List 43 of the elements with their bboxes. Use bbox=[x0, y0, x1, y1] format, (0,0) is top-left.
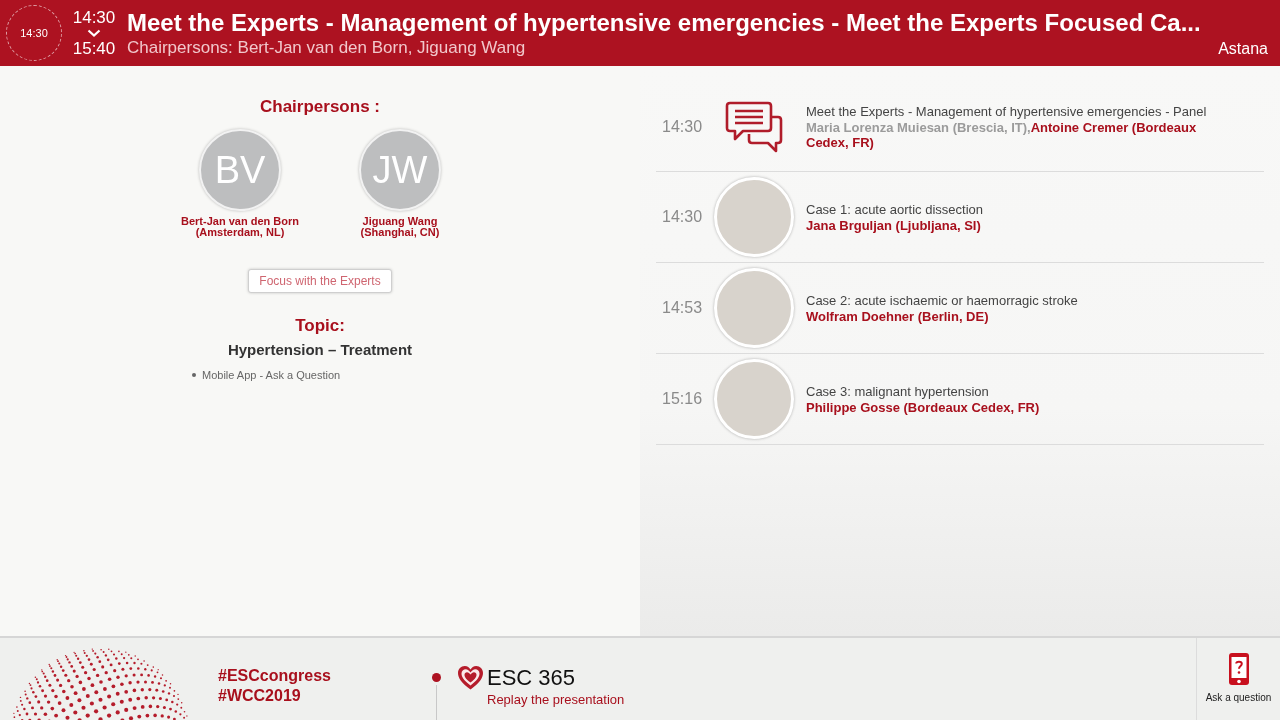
schedule-row[interactable]: 14:30 Case 1: acute aortic dissection Jana Brguljan (Ljubljana, SI) bbox=[656, 172, 1264, 263]
speaker-names: Philippe Gosse (Bordeaux Cedex, FR) bbox=[806, 400, 1040, 415]
timeline-dot-icon bbox=[431, 673, 441, 682]
schedule-row[interactable]: 14:30 Meet the Experts - Management of hypertensive emergencies - Panel Maria Lorenza Muiesan (Brescia, IT),Antoine Cremer (Bordeaux Cedex, FR) bbox=[656, 82, 1264, 172]
chat-bubbles-icon bbox=[725, 100, 783, 153]
focus-button[interactable]: Focus with the Experts bbox=[248, 269, 392, 293]
talk-time: 14:30 bbox=[661, 208, 704, 226]
talk-title: Meet the Experts - Management of hypertensive emergencies - Panel bbox=[806, 103, 1207, 120]
schedule-row[interactable]: 15:16 Case 3: malignant hypertension Philippe Gosse (Bordeaux Cedex, FR) bbox=[656, 354, 1264, 445]
room-name: Astana bbox=[1218, 40, 1268, 58]
heart-logo-icon bbox=[457, 665, 484, 691]
session-title: Meet the Experts - Management of hypertensive emergencies - Meet the Experts Focused Ca... bbox=[127, 8, 1201, 38]
ask-question-button[interactable]: Ask a question bbox=[1196, 638, 1280, 720]
talk-title: Case 1: acute aortic dissection bbox=[806, 201, 984, 218]
chairperson-affiliation: (Shanghai, CN) bbox=[360, 227, 440, 238]
talk-time: 15:16 bbox=[661, 390, 704, 408]
end-time: 15:40 bbox=[72, 40, 116, 57]
talk-title: Case 2: acute ischaemic or haemorragic stroke bbox=[806, 292, 1078, 309]
initials-avatar: JW bbox=[359, 129, 441, 211]
initials-avatar: BV bbox=[199, 129, 281, 211]
esc-365-logo-text: ESC 365 bbox=[487, 666, 576, 690]
chairpersons-heading: Chairpersons : bbox=[260, 96, 380, 118]
chairperson-name: Bert-Jan van den Born bbox=[181, 216, 299, 227]
topic-title: Hypertension – Treatment bbox=[227, 341, 413, 359]
chairperson-name: Jiguang Wang bbox=[362, 216, 438, 227]
hashtag: #WCC2019 bbox=[218, 686, 301, 706]
chairperson-affiliation: (Amsterdam, NL) bbox=[195, 227, 285, 238]
bullet-icon bbox=[192, 373, 196, 377]
speaker-names: Wolfram Doehner (Berlin, DE) bbox=[806, 309, 989, 324]
chevron-down-icon bbox=[87, 29, 101, 37]
session-chairpersons: Chairpersons: Bert-Jan van den Born, Jiguang Wang bbox=[127, 38, 526, 58]
speaker-names: Maria Lorenza Muiesan (Brescia, IT),Antoine Cremer (Bordeaux Cedex, FR) bbox=[806, 120, 1198, 150]
talk-time: 14:30 bbox=[661, 117, 704, 136]
talk-title: Case 3: malignant hypertension bbox=[806, 383, 989, 400]
speaker-names: Jana Brguljan (Ljubljana, SI) bbox=[806, 218, 981, 233]
replay-link[interactable]: Replay the presentation bbox=[487, 692, 625, 708]
talk-time: 14:53 bbox=[661, 299, 704, 317]
hashtag: #ESCcongress bbox=[218, 666, 331, 686]
start-time: 14:30 bbox=[72, 9, 116, 26]
phone-question-icon bbox=[1228, 653, 1249, 685]
schedule-row[interactable]: 14:53 Case 2: acute ischaemic or haemorragic stroke Wolfram Doehner (Berlin, DE) bbox=[656, 263, 1264, 354]
topic-item: Mobile App - Ask a Question bbox=[202, 368, 341, 382]
topic-heading: Topic: bbox=[295, 315, 345, 337]
